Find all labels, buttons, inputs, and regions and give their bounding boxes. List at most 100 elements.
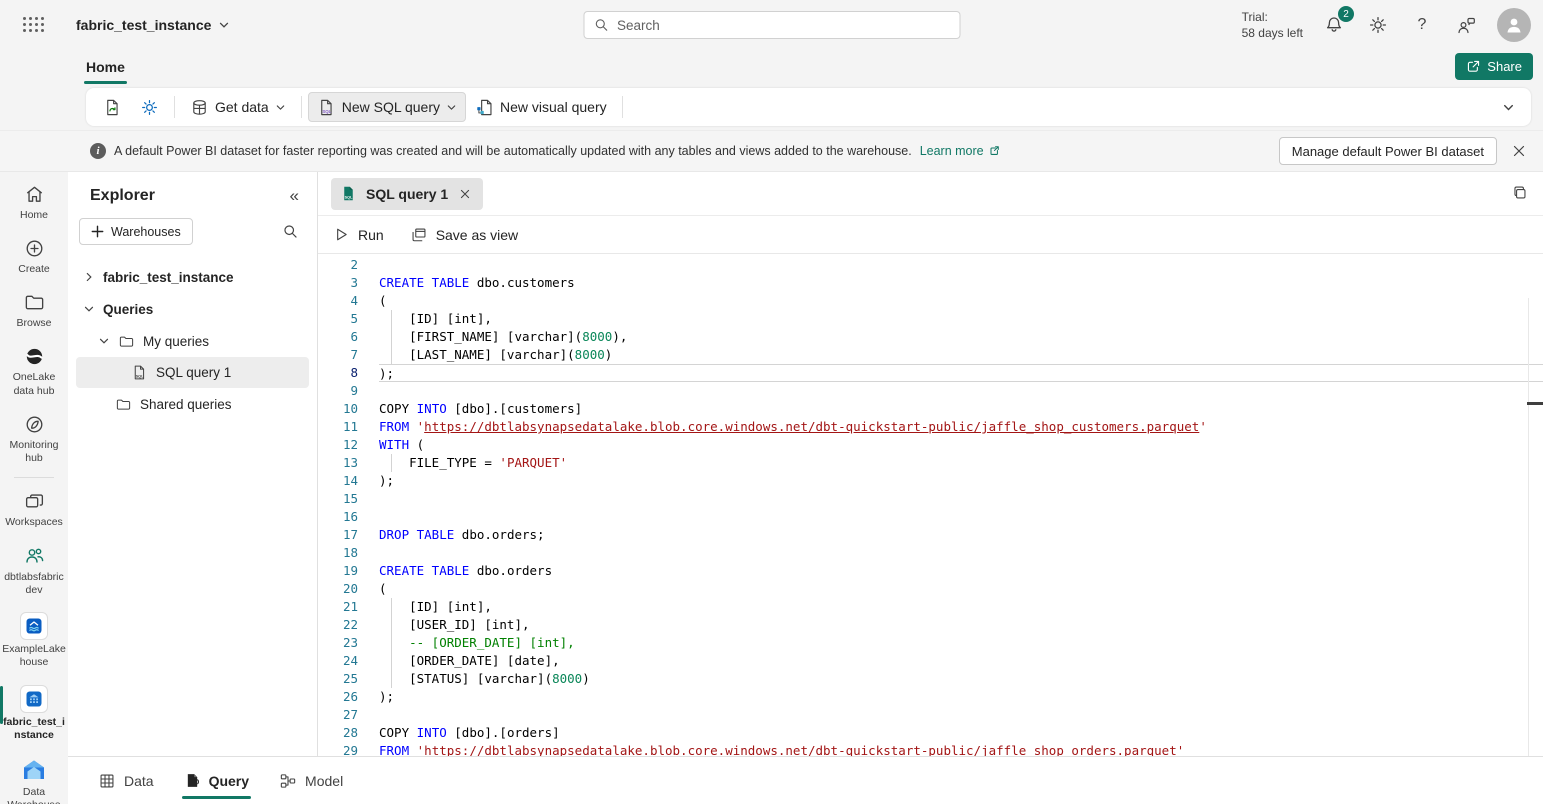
rail-item-workspaces[interactable]: Workspaces: [0, 487, 68, 532]
svg-text:SQL: SQL: [345, 196, 353, 200]
code-line[interactable]: 23 -- [ORDER_DATE] [int],: [318, 634, 1543, 652]
rail-item-dbtlabsfabricdev[interactable]: dbtlabsfabricdev: [0, 541, 68, 600]
code-line[interactable]: 29FROM 'https://dbtlabsynapsedatalake.bl…: [318, 742, 1543, 756]
run-button[interactable]: Run: [333, 226, 384, 243]
tab-home[interactable]: Home: [86, 50, 125, 84]
code-line[interactable]: 5 [ID] [int],: [318, 310, 1543, 328]
code-line[interactable]: 20(: [318, 580, 1543, 598]
query-toolbar: Run Save as view: [318, 216, 1543, 254]
save-as-view-button[interactable]: Save as view: [410, 226, 518, 244]
tab-query[interactable]: Query: [184, 757, 249, 804]
code-line[interactable]: 27: [318, 706, 1543, 724]
code-line[interactable]: 26);: [318, 688, 1543, 706]
line-number: 16: [318, 508, 358, 526]
workspace-title: fabric_test_instance: [76, 17, 211, 33]
code-line[interactable]: 22 [USER_ID] [int],: [318, 616, 1543, 634]
new-visual-query-button[interactable]: New visual query: [466, 92, 616, 122]
chevron-down-icon: [446, 102, 457, 113]
tree-item-queries[interactable]: Queries: [68, 293, 317, 325]
code-line[interactable]: 18: [318, 544, 1543, 562]
code-line[interactable]: 15: [318, 490, 1543, 508]
rail-item-create[interactable]: Create: [0, 234, 68, 279]
sql-file-green-icon: SQL: [340, 185, 357, 202]
code-line[interactable]: 16: [318, 508, 1543, 526]
new-sql-query-button[interactable]: SQL New SQL query: [308, 92, 466, 122]
visual-query-document-icon: [475, 98, 494, 117]
code-line[interactable]: 19CREATE TABLE dbo.orders: [318, 562, 1543, 580]
app-launcher-icon[interactable]: [0, 17, 68, 34]
add-warehouses-button[interactable]: Warehouses: [79, 218, 193, 245]
folder-icon: [23, 291, 46, 314]
feedback-icon[interactable]: [1453, 12, 1479, 38]
code-line[interactable]: 25 [STATUS] [varchar](8000): [318, 670, 1543, 688]
copy-icon[interactable]: [1511, 184, 1529, 202]
code-line[interactable]: 2: [318, 256, 1543, 274]
share-button[interactable]: Share: [1455, 53, 1533, 80]
code-line[interactable]: 9: [318, 382, 1543, 400]
workspace-title-dropdown[interactable]: fabric_test_instance: [76, 17, 230, 33]
rail-item-onelake-data-hub[interactable]: OneLake data hub: [0, 342, 68, 400]
gear-icon: [140, 98, 159, 117]
rail-item-home[interactable]: Home: [0, 180, 68, 225]
tree-item-warehouse-root[interactable]: fabric_test_instance: [68, 261, 317, 293]
tree-item-shared-queries[interactable]: Shared queries: [68, 388, 317, 420]
explorer-search-icon[interactable]: [282, 223, 299, 240]
code-line[interactable]: 8);: [318, 364, 1543, 382]
rail-item-browse[interactable]: Browse: [0, 288, 68, 333]
code-line[interactable]: 13 FILE_TYPE = 'PARQUET': [318, 454, 1543, 472]
code-line[interactable]: 12WITH (: [318, 436, 1543, 454]
rail-item-fabric-test-instance[interactable]: fabric_test_instance: [0, 682, 68, 745]
sql-editor[interactable]: 23CREATE TABLE dbo.customers4(5 [ID] [in…: [318, 254, 1543, 756]
settings-button[interactable]: [131, 92, 168, 122]
info-banner: i A default Power BI dataset for faster …: [0, 130, 1543, 172]
tree-item-sql-query-1[interactable]: SQL SQL query 1: [76, 357, 309, 388]
tab-model[interactable]: Model: [279, 757, 343, 804]
editor-scrollbar-marker[interactable]: [1527, 402, 1543, 405]
code-line[interactable]: 17DROP TABLE dbo.orders;: [318, 526, 1543, 544]
sql-file-icon: SQL: [131, 364, 148, 381]
search-placeholder: Search: [617, 18, 660, 33]
line-number: 21: [318, 598, 358, 616]
tree-item-my-queries[interactable]: My queries: [68, 325, 317, 357]
line-number: 20: [318, 580, 358, 598]
code-line[interactable]: 4(: [318, 292, 1543, 310]
line-number: 7: [318, 346, 358, 364]
tab-close-icon[interactable]: [457, 186, 473, 202]
code-line[interactable]: 10COPY INTO [dbo].[customers]: [318, 400, 1543, 418]
home-icon: [23, 183, 46, 206]
code-line[interactable]: 28COPY INTO [dbo].[orders]: [318, 724, 1543, 742]
code-line[interactable]: 14);: [318, 472, 1543, 490]
notifications-bell-icon[interactable]: 2: [1321, 12, 1347, 38]
code-line[interactable]: 6 [FIRST_NAME] [varchar](8000),: [318, 328, 1543, 346]
svg-text:SQL: SQL: [322, 108, 331, 113]
toolbar-expand-chevron[interactable]: [1493, 92, 1523, 122]
query-tab-sql-query-1[interactable]: SQL SQL query 1: [331, 178, 483, 210]
editor-scrollbar-track[interactable]: [1528, 298, 1529, 756]
trial-status: Trial: 58 days left: [1242, 9, 1303, 41]
get-data-button[interactable]: Get data: [181, 92, 295, 122]
user-avatar[interactable]: [1497, 8, 1531, 42]
rail-item-monitoring-hub[interactable]: Monitoring hub: [0, 410, 68, 468]
code-line[interactable]: 21 [ID] [int],: [318, 598, 1543, 616]
info-icon: i: [90, 143, 106, 159]
code-line[interactable]: 7 [LAST_NAME] [varchar](8000): [318, 346, 1543, 364]
rail-item-examplelakehouse[interactable]: ExampleLakehouse: [0, 609, 68, 672]
search-input[interactable]: Search: [583, 11, 960, 39]
rail-item-data-warehouse[interactable]: Data Warehouse: [0, 754, 68, 804]
chevron-down-icon: [218, 19, 230, 31]
tab-data[interactable]: Data: [98, 757, 154, 804]
code-line[interactable]: 24 [ORDER_DATE] [date],: [318, 652, 1543, 670]
refresh-button[interactable]: [94, 92, 131, 122]
manage-dataset-button[interactable]: Manage default Power BI dataset: [1279, 137, 1497, 165]
banner-close-icon[interactable]: [1505, 137, 1533, 165]
code-line[interactable]: 11FROM 'https://dbtlabsynapsedatalake.bl…: [318, 418, 1543, 436]
collapse-panel-icon[interactable]: «: [290, 186, 299, 206]
learn-more-link[interactable]: Learn more: [920, 144, 1000, 158]
explorer-tree: fabric_test_instance Queries My queries …: [68, 261, 317, 420]
help-icon[interactable]: ?: [1409, 12, 1435, 38]
settings-gear-icon[interactable]: [1365, 12, 1391, 38]
workspaces-icon: [23, 490, 46, 513]
plus-circle-icon: [23, 237, 46, 260]
line-number: 3: [318, 274, 358, 292]
code-line[interactable]: 3CREATE TABLE dbo.customers: [318, 274, 1543, 292]
